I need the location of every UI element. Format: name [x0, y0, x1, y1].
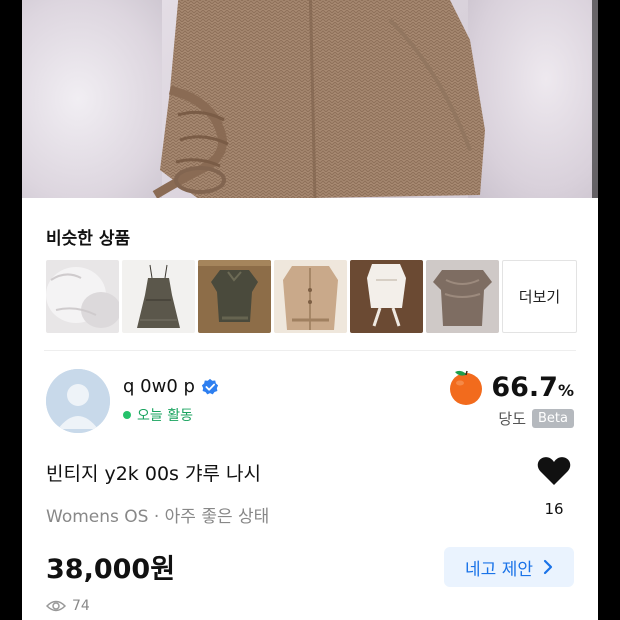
product-subtitle: Womens OS · 아주 좋은 상태 — [46, 507, 270, 527]
sweetness-rating[interactable]: 66.7% — [447, 368, 574, 406]
view-count-row: 74 — [46, 598, 90, 614]
knit-garment-image — [152, 0, 485, 198]
similar-items-list: 더보기 — [46, 260, 577, 333]
activity-status: 오늘 활동 — [123, 405, 193, 425]
online-dot-icon — [123, 411, 131, 419]
section-divider — [44, 350, 576, 351]
avatar[interactable] — [46, 369, 110, 433]
default-avatar-icon — [46, 369, 110, 433]
rating-value: 66.7 — [491, 371, 558, 403]
chevron-right-icon — [543, 559, 553, 575]
like-count: 16 — [544, 500, 564, 518]
rating-label: 당도 — [498, 410, 527, 428]
product-title: 빈티지 y2k 00s 갸루 나시 — [46, 463, 261, 485]
view-count: 74 — [72, 598, 90, 614]
more-button[interactable]: 더보기 — [502, 260, 577, 333]
seller-name-row[interactable]: q 0w0 p — [123, 376, 219, 397]
eye-icon — [46, 600, 66, 612]
product-card: 비슷한 상품 더보기 q 0w0 p 오늘 활동 66.7% 당도 Beta 빈… — [22, 0, 598, 620]
verified-badge-icon — [201, 378, 219, 394]
like-button[interactable]: 16 — [534, 456, 574, 518]
offer-button[interactable]: 네고 제안 — [444, 547, 574, 587]
similar-item-thumbnail[interactable] — [274, 260, 347, 333]
rating-label-row: 당도 Beta — [498, 408, 574, 429]
similar-item-thumbnail[interactable] — [46, 260, 119, 333]
rating-unit: % — [557, 380, 574, 400]
similar-item-thumbnail[interactable] — [426, 260, 499, 333]
similar-item-thumbnail[interactable] — [122, 260, 195, 333]
seller-name: q 0w0 p — [123, 376, 195, 397]
heart-icon — [537, 457, 571, 485]
product-price: 38,000원 — [46, 554, 176, 585]
similar-item-thumbnail[interactable] — [198, 260, 271, 333]
product-photo[interactable] — [22, 0, 598, 198]
similar-item-thumbnail[interactable] — [350, 260, 423, 333]
beta-badge: Beta — [532, 409, 574, 428]
offer-label: 네고 제안 — [465, 559, 533, 580]
tangerine-icon — [450, 370, 483, 405]
similar-items-title: 비슷한 상품 — [46, 229, 131, 249]
